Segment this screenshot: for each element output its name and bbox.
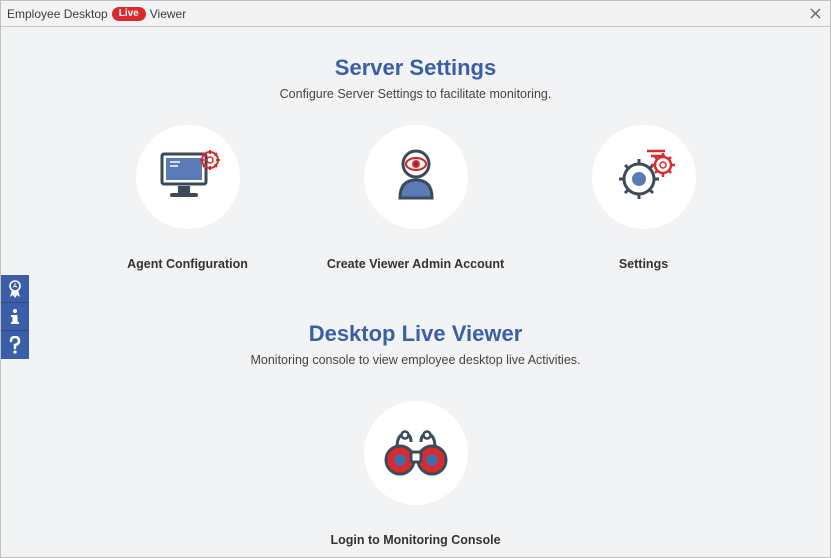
create-viewer-admin-card[interactable]: Create Viewer Admin Account (356, 125, 476, 271)
question-icon (8, 336, 22, 354)
side-tab-help[interactable] (1, 331, 29, 359)
ribbon-icon (6, 279, 24, 299)
side-tab-badge[interactable] (1, 275, 29, 303)
card-label: Login to Monitoring Console (330, 533, 500, 547)
settings-card[interactable]: Settings (584, 125, 704, 271)
content: Server Settings Configure Server Setting… (1, 27, 830, 557)
side-tab-info[interactable] (1, 303, 29, 331)
server-settings-subtitle: Configure Server Settings to facilitate … (280, 87, 552, 101)
binoculars-icon (364, 401, 468, 505)
titlebar: Employee Desktop Live Viewer (1, 1, 830, 27)
desktop-live-viewer-subtitle: Monitoring console to view employee desk… (250, 353, 580, 367)
monitor-gear-icon (136, 125, 240, 229)
close-button[interactable] (806, 5, 824, 23)
desktop-live-viewer-title: Desktop Live Viewer (309, 321, 523, 347)
card-label: Settings (619, 257, 668, 271)
server-settings-title: Server Settings (335, 55, 496, 81)
live-badge: Live (112, 7, 146, 21)
window-title: Employee Desktop Live Viewer (7, 7, 186, 21)
login-monitoring-console-card[interactable]: Login to Monitoring Console (356, 401, 476, 547)
eye-person-icon (364, 125, 468, 229)
info-icon (8, 308, 22, 326)
server-settings-cards: Agent Configuration Create Viewer Admin … (128, 125, 704, 271)
side-tabs (1, 275, 29, 359)
card-label: Agent Configuration (127, 257, 248, 271)
double-gear-icon (592, 125, 696, 229)
close-icon (810, 8, 821, 19)
card-label: Create Viewer Admin Account (327, 257, 504, 271)
title-prefix: Employee Desktop (7, 7, 108, 21)
title-suffix: Viewer (150, 7, 186, 21)
agent-configuration-card[interactable]: Agent Configuration (128, 125, 248, 271)
